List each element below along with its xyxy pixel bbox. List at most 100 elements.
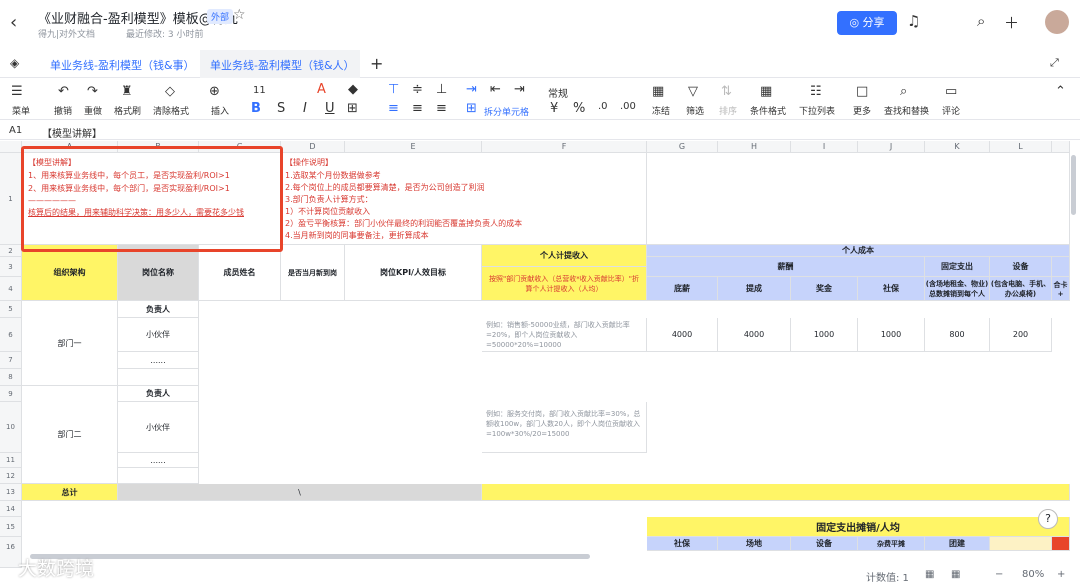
- fixed-col-equipment[interactable]: 设备: [791, 537, 858, 551]
- clip-icon[interactable]: ⇥: [514, 82, 525, 97]
- col-header-j[interactable]: J: [858, 141, 925, 153]
- col-header-k[interactable]: K: [925, 141, 990, 153]
- row-header-13[interactable]: 13: [0, 484, 22, 501]
- redo-icon[interactable]: ↷: [87, 84, 98, 99]
- total-values[interactable]: [482, 484, 1070, 501]
- fixed-col-social[interactable]: 社保: [647, 537, 718, 551]
- row-header-10[interactable]: 10: [0, 402, 22, 453]
- header-org[interactable]: 组织架构: [22, 245, 118, 301]
- header-extra-top[interactable]: [1052, 257, 1070, 277]
- col-header-d[interactable]: D: [281, 141, 345, 153]
- currency-icon[interactable]: ¥: [550, 101, 558, 116]
- decimal-inc-icon[interactable]: .00: [620, 101, 636, 112]
- merge-icon[interactable]: ⊞: [466, 101, 477, 116]
- header-personal-cost[interactable]: 个人成本: [647, 245, 1070, 257]
- undo-icon[interactable]: ↶: [58, 84, 69, 99]
- leader-2[interactable]: 负责人: [118, 386, 199, 402]
- format-painter-button[interactable]: 格式刷: [114, 104, 141, 117]
- cell-ref[interactable]: A1: [9, 125, 22, 136]
- filter-button[interactable]: 筛选: [686, 104, 704, 117]
- header-position[interactable]: 岗位名称: [118, 245, 199, 301]
- col-header-e[interactable]: E: [345, 141, 482, 153]
- comment-icon[interactable]: ▭: [945, 84, 957, 99]
- header-member[interactable]: 成员姓名: [199, 245, 281, 301]
- conditional-format-button[interactable]: 条件格式: [750, 104, 786, 117]
- header-base[interactable]: 底薪: [647, 277, 718, 301]
- value-social[interactable]: 1000: [858, 318, 925, 352]
- row-header-3[interactable]: 3: [0, 257, 22, 277]
- corner-cell[interactable]: [0, 141, 22, 153]
- align-center-icon[interactable]: ≡: [412, 101, 423, 116]
- header-bonus[interactable]: 奖金: [791, 277, 858, 301]
- row-header-7[interactable]: 7: [0, 352, 22, 369]
- sort-button[interactable]: 排序: [719, 104, 737, 117]
- row-header-1[interactable]: 1: [0, 153, 22, 245]
- col-header-f[interactable]: F: [482, 141, 647, 153]
- bell-icon[interactable]: ♫: [907, 12, 920, 30]
- partner-1[interactable]: 小伙伴: [118, 318, 199, 352]
- back-icon[interactable]: ‹: [10, 12, 17, 33]
- star-icon[interactable]: ☆: [233, 7, 246, 23]
- font-color-icon[interactable]: A: [317, 82, 326, 97]
- fixed-col-venue[interactable]: 场地: [718, 537, 791, 551]
- eraser-icon[interactable]: ◇: [165, 84, 175, 99]
- row-header-8[interactable]: 8: [0, 369, 22, 386]
- align-right-icon[interactable]: ≡: [436, 101, 447, 116]
- zoom-out-icon[interactable]: −: [995, 569, 1003, 580]
- doc-location[interactable]: 得九|对外文档: [38, 27, 95, 40]
- help-icon[interactable]: ?: [1038, 509, 1058, 529]
- ellipsis-1[interactable]: ......: [118, 352, 199, 369]
- layers-icon[interactable]: ◈: [10, 56, 19, 70]
- fill-color-icon[interactable]: ◆: [348, 82, 358, 97]
- font-size-select[interactable]: 11: [253, 85, 266, 96]
- header-commission-note[interactable]: 按照"部门贡献收入（总营收*收入贡献比率）"折算个人计提收入（人均）: [482, 267, 647, 301]
- dropdown-list-button[interactable]: 下拉列表: [799, 104, 835, 117]
- fixed-col-extra[interactable]: [990, 537, 1052, 551]
- sort-icon[interactable]: ⇅: [721, 84, 732, 99]
- avatar[interactable]: [1045, 10, 1069, 34]
- menu-button[interactable]: 菜单: [12, 104, 30, 117]
- col-header-i[interactable]: I: [791, 141, 858, 153]
- col-header-g[interactable]: G: [647, 141, 718, 153]
- find-replace-button[interactable]: 查找和替换: [884, 104, 929, 117]
- insert-icon[interactable]: ⊕: [209, 84, 220, 99]
- header-rent[interactable]: (含场地租金、物业)总数摊销到每个人: [925, 277, 990, 301]
- fixed-col-red[interactable]: [1052, 537, 1070, 551]
- conditional-icon[interactable]: ▦: [760, 84, 772, 99]
- filter-icon[interactable]: ▽: [688, 84, 698, 99]
- align-middle-icon[interactable]: ≑: [412, 82, 423, 97]
- align-top-icon[interactable]: ⊤: [388, 82, 399, 97]
- header-new-hire[interactable]: 是否当月新到岗: [281, 245, 345, 301]
- header-kpi[interactable]: 岗位KPI/人效目标: [345, 245, 482, 301]
- find-icon[interactable]: ⌕: [900, 84, 907, 99]
- tab-money-task[interactable]: 单业务线-盈利模型（钱&事）: [50, 57, 195, 73]
- insert-button[interactable]: 插入: [211, 104, 229, 117]
- border-icon[interactable]: ⊞: [347, 101, 358, 116]
- header-extra[interactable]: 合卡+: [1052, 277, 1070, 301]
- row-header-14[interactable]: 14: [0, 501, 22, 517]
- leader-1[interactable]: 负责人: [118, 301, 199, 318]
- row-header-5[interactable]: 5: [0, 301, 22, 318]
- cell-g1[interactable]: [647, 153, 1070, 245]
- dept-two[interactable]: 部门二: [22, 386, 118, 484]
- value-bonus[interactable]: 1000: [791, 318, 858, 352]
- row-header-11[interactable]: 11: [0, 453, 22, 468]
- header-device[interactable]: (包含电脑、手机、办公桌椅): [990, 277, 1052, 301]
- value-device[interactable]: 200: [990, 318, 1052, 352]
- redo-button[interactable]: 重做: [84, 104, 102, 117]
- vertical-scrollbar[interactable]: [1071, 155, 1076, 215]
- freeze-button[interactable]: 冻结: [652, 104, 670, 117]
- value-base[interactable]: 4000: [647, 318, 718, 352]
- align-left-icon[interactable]: ≡: [388, 101, 399, 116]
- grid-view-icon[interactable]: ▦: [925, 569, 934, 580]
- merge-button[interactable]: 拆分单元格: [484, 105, 529, 118]
- italic-icon[interactable]: I: [303, 101, 307, 116]
- share-button[interactable]: ◎ 分享: [837, 11, 897, 35]
- number-format-select[interactable]: 常规: [548, 85, 568, 100]
- header-social[interactable]: 社保: [858, 277, 925, 301]
- clear-format-button[interactable]: 清除格式: [153, 104, 189, 117]
- comment-button[interactable]: 评论: [942, 104, 960, 117]
- row-header-2[interactable]: 2: [0, 245, 22, 257]
- row-header-15[interactable]: 15: [0, 517, 22, 537]
- search-icon[interactable]: ⌕: [977, 12, 985, 30]
